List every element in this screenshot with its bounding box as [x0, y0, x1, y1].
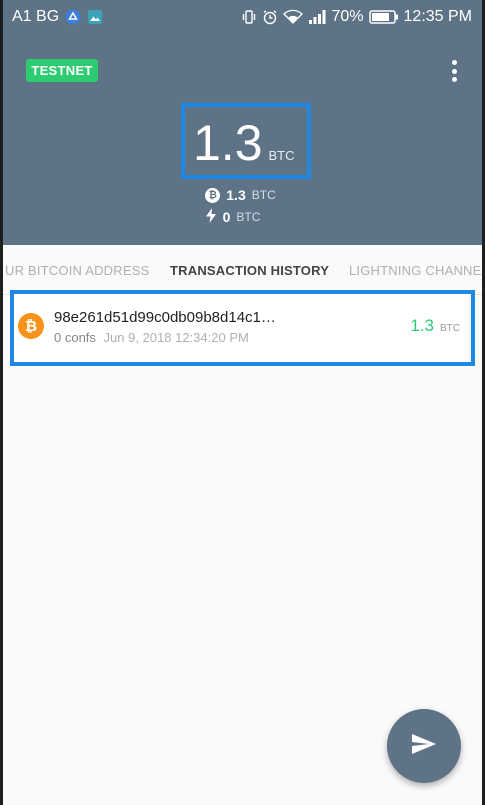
status-bar: A1 BG 70% 12:35 PM [3, 0, 482, 34]
battery-percent: 70% [331, 8, 364, 25]
gallery-icon [87, 9, 103, 25]
drive-icon [65, 9, 81, 25]
more-vert-icon[interactable] [448, 58, 460, 84]
alarm-icon [262, 9, 278, 25]
onchain-unit: BTC [251, 188, 276, 202]
tab-transaction-history[interactable]: TRANSACTION HISTORY [170, 263, 329, 278]
lightning-amount: 0 [222, 209, 231, 225]
bitcoin-icon: ₿ [205, 187, 221, 203]
tab-bitcoin-address[interactable]: UR BITCOIN ADDRESS [5, 263, 149, 278]
wallet-header: A1 BG 70% 12:35 PM TESTNET 1.3 BTC ₿ 1.3… [3, 0, 482, 245]
total-balance-amount: 1.3 [193, 115, 263, 171]
carrier-label: A1 BG [12, 8, 60, 25]
onchain-amount: 1.3 [226, 187, 246, 203]
transaction-highlight [10, 290, 475, 366]
status-bar-right: 70% 12:35 PM [241, 8, 472, 26]
wifi-icon [283, 9, 304, 25]
onchain-balance: ₿ 1.3 BTC [3, 187, 480, 203]
lightning-unit: BTC [236, 210, 261, 224]
lightning-icon [205, 208, 217, 226]
tab-bar: UR BITCOIN ADDRESS TRANSACTION HISTORY L… [3, 245, 482, 295]
total-balance-unit: BTC [268, 148, 295, 163]
signal-icon [308, 9, 326, 25]
send-icon [411, 733, 437, 760]
clock-time: 12:35 PM [403, 8, 472, 25]
battery-icon [368, 9, 399, 25]
lightning-balance: 0 BTC [3, 208, 472, 226]
status-bar-left: A1 BG [12, 8, 103, 26]
send-button[interactable] [387, 709, 461, 783]
vibrate-icon [241, 9, 257, 25]
tab-lightning-channels[interactable]: LIGHTNING CHANNELS [349, 263, 482, 278]
testnet-badge: TESTNET [26, 59, 98, 82]
app-screen: A1 BG 70% 12:35 PM TESTNET 1.3 BTC ₿ 1.3… [3, 0, 482, 805]
total-balance: 1.3 BTC [193, 118, 295, 168]
